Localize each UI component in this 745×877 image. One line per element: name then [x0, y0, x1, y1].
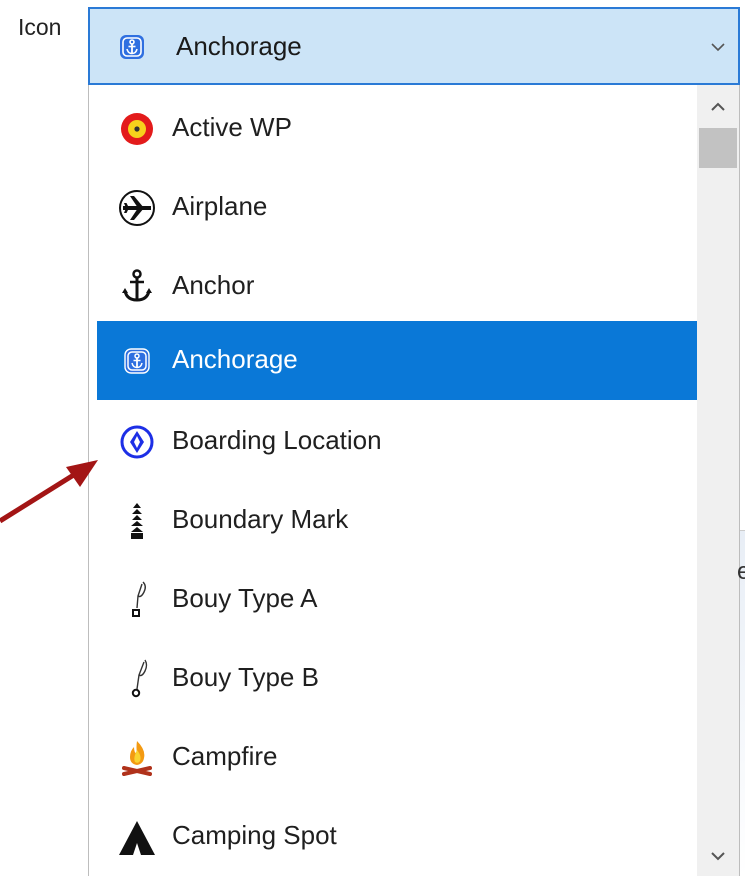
list-item[interactable]: Anchor	[97, 247, 698, 326]
list-item[interactable]: Camping Spot	[97, 797, 698, 876]
list-item[interactable]: Campfire	[97, 718, 698, 797]
list-item[interactable]: Bouy Type B	[97, 639, 698, 718]
icon-combobox[interactable]: Anchorage	[88, 7, 740, 85]
icon-dropdown-list[interactable]: Active WP Airplane Anchor Anchorage Boar…	[88, 85, 740, 876]
annotation-arrow-icon	[0, 460, 98, 524]
vertical-scrollbar[interactable]	[697, 85, 739, 876]
list-item-label: Airplane	[172, 191, 268, 221]
airplane-icon	[119, 190, 155, 226]
icon-field-label: Icon	[18, 14, 62, 40]
background-partial-text: e	[737, 558, 745, 585]
list-item-label: Campfire	[172, 741, 278, 771]
boundary-mark-icon	[131, 503, 143, 539]
list-item-label: Anchorage	[172, 344, 298, 374]
list-item-label: Anchor	[172, 270, 255, 300]
chevron-down-icon[interactable]	[708, 37, 728, 57]
scroll-up-icon[interactable]	[708, 97, 728, 117]
list-item[interactable]: Bouy Type A	[97, 560, 698, 639]
list-item-label: Bouy Type B	[172, 662, 319, 692]
list-item-label: Camping Spot	[172, 820, 337, 850]
bouy-type-a-icon	[132, 581, 146, 617]
list-item[interactable]: Active WP	[97, 89, 698, 168]
list-item[interactable]: Boarding Location	[97, 402, 698, 481]
list-item-selected[interactable]: Anchorage	[97, 321, 698, 400]
list-item-label: Bouy Type A	[172, 583, 318, 613]
boarding-location-icon	[120, 425, 154, 459]
campfire-icon	[122, 741, 152, 776]
scroll-down-icon[interactable]	[708, 846, 728, 866]
list-item[interactable]: Boundary Mark	[97, 481, 698, 560]
list-item-label: Active WP	[172, 112, 292, 142]
list-item[interactable]: Airplane	[97, 168, 698, 247]
anchorage-icon	[120, 35, 144, 59]
anchor-icon	[122, 269, 152, 302]
camping-spot-icon	[119, 821, 155, 855]
combo-selected-value: Anchorage	[176, 31, 302, 61]
bouy-type-b-icon	[131, 659, 148, 698]
scroll-thumb[interactable]	[699, 128, 737, 168]
active-wp-icon	[121, 113, 153, 145]
list-item-label: Boundary Mark	[172, 504, 349, 534]
list-item-label: Boarding Location	[172, 425, 382, 455]
anchorage-icon	[124, 348, 150, 374]
